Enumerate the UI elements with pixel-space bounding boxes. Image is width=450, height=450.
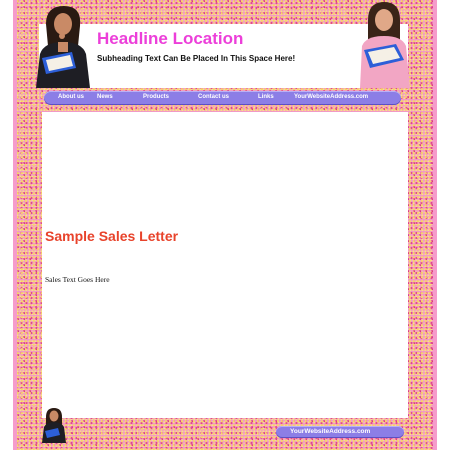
footer-website-link[interactable]: YourWebsiteAddress.com [290, 428, 370, 435]
woman-reading-photo-right [354, 0, 414, 88]
nav-bar: About us News Products Contact us Links … [44, 91, 401, 105]
subheading: Subheading Text Can Be Placed In This Sp… [97, 54, 296, 63]
frame-right-edge [433, 0, 437, 450]
nav-item-contact-us[interactable]: Contact us [198, 94, 229, 100]
nav-item-website[interactable]: YourWebsiteAddress.com [294, 94, 368, 100]
nav-item-links[interactable]: Links [258, 94, 274, 100]
main-content-area: Sample Sales Letter Sales Text Goes Here [42, 112, 408, 418]
nav-item-news[interactable]: News [97, 94, 113, 100]
nav-item-products[interactable]: Products [143, 94, 169, 100]
woman-reading-photo-left [32, 2, 96, 88]
woman-reading-photo-footer [40, 407, 68, 443]
nav-item-about-us[interactable]: About us [58, 94, 84, 100]
footer-website-pill: YourWebsiteAddress.com [276, 426, 404, 438]
content-title: Sample Sales Letter [45, 228, 179, 244]
headline: Headline Location [97, 29, 244, 48]
content-body-text: Sales Text Goes Here [45, 275, 110, 284]
frame-left-edge [13, 0, 17, 450]
